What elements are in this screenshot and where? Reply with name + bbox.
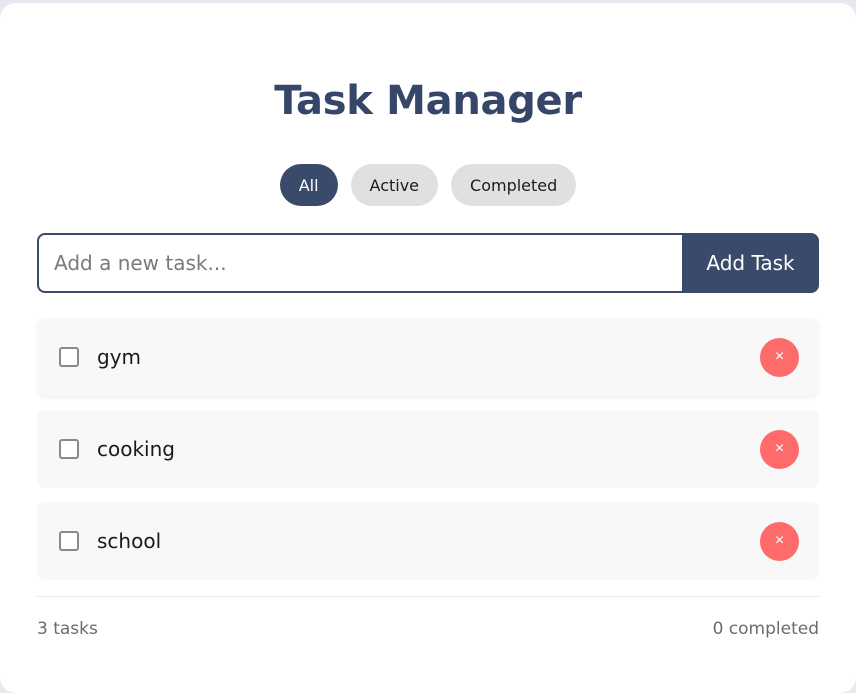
add-task-form: Add Task [37, 233, 819, 293]
add-task-button[interactable]: Add Task [682, 233, 819, 293]
delete-task-button[interactable]: × [760, 521, 799, 561]
task-label: gym [97, 345, 142, 369]
filter-all-button[interactable]: All [279, 164, 338, 206]
task-list: gym × cooking × school × [37, 318, 819, 580]
delete-task-button[interactable]: × [760, 337, 799, 377]
task-label: cooking [97, 437, 175, 461]
new-task-input[interactable] [37, 233, 682, 293]
task-label: school [97, 529, 162, 553]
filter-active-button[interactable]: Active [350, 164, 439, 206]
delete-task-button[interactable]: × [760, 429, 799, 469]
task-footer: 3 tasks 0 completed [37, 596, 819, 639]
completed-count: 0 completed [712, 619, 819, 639]
task-item: school × [37, 502, 819, 580]
task-checkbox[interactable] [59, 439, 79, 459]
task-item: gym × [37, 318, 819, 396]
filter-group: All Active Completed [37, 164, 819, 206]
task-manager-card: Task Manager All Active Completed Add Ta… [0, 3, 856, 693]
task-count: 3 tasks [37, 619, 98, 639]
task-checkbox[interactable] [59, 347, 79, 367]
close-icon: × [774, 532, 785, 549]
task-checkbox[interactable] [59, 531, 79, 551]
page-title: Task Manager [274, 78, 582, 124]
close-icon: × [774, 440, 785, 457]
task-item: cooking × [37, 410, 819, 488]
filter-completed-button[interactable]: Completed [451, 164, 577, 206]
close-icon: × [774, 348, 785, 365]
